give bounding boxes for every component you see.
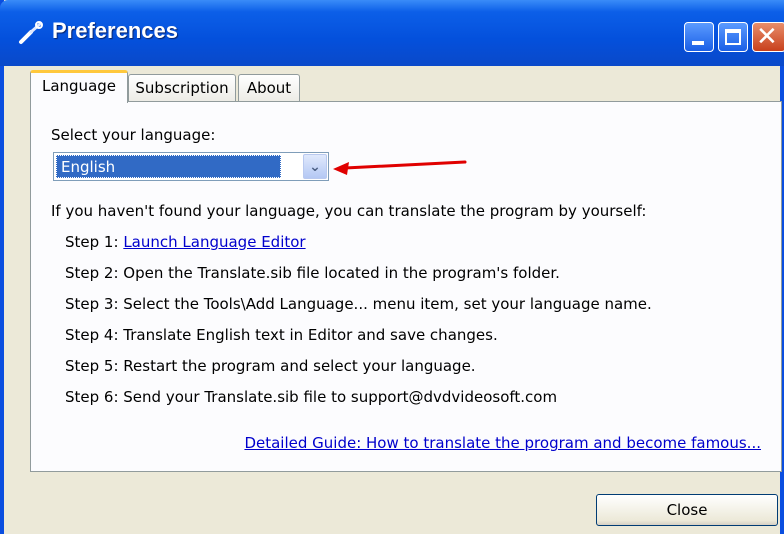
close-button[interactable]: Close bbox=[596, 494, 778, 526]
close-window-button[interactable]: ✕ bbox=[752, 22, 784, 52]
tab-about[interactable]: About bbox=[238, 74, 300, 102]
step-3: Step 3: Select the Tools\Add Language...… bbox=[65, 295, 652, 313]
wrench-icon bbox=[19, 21, 43, 44]
close-icon: ✕ bbox=[756, 22, 778, 52]
step-2: Step 2: Open the Translate.sib file loca… bbox=[65, 264, 560, 282]
step-6: Step 6: Send your Translate.sib file to … bbox=[65, 388, 558, 406]
step-1-label: Step 1: bbox=[65, 233, 119, 251]
step-4: Step 4: Translate English text in Editor… bbox=[65, 326, 498, 344]
window-title: Preferences bbox=[52, 18, 178, 43]
preferences-window: Preferences ✕ Language Subscription Abou… bbox=[0, 0, 784, 534]
minimize-icon bbox=[692, 41, 704, 45]
translate-intro: If you haven't found your language, you … bbox=[51, 202, 647, 220]
language-select[interactable]: English ⌄ bbox=[53, 152, 329, 181]
maximize-icon bbox=[725, 29, 741, 45]
tab-language[interactable]: Language bbox=[30, 70, 128, 103]
language-select-value: English bbox=[56, 155, 281, 178]
maximize-button[interactable] bbox=[718, 22, 748, 52]
title-bar[interactable]: Preferences ✕ bbox=[0, 0, 784, 66]
annotation-arrow bbox=[333, 160, 467, 175]
launch-language-editor-link[interactable]: Launch Language Editor bbox=[123, 233, 305, 251]
language-panel: Select your language: English ⌄ If you h… bbox=[30, 101, 782, 472]
detailed-guide-link[interactable]: Detailed Guide: How to translate the pro… bbox=[244, 434, 761, 452]
chevron-down-icon[interactable]: ⌄ bbox=[303, 154, 327, 179]
tab-subscription[interactable]: Subscription bbox=[128, 74, 236, 102]
step-5: Step 5: Restart the program and select y… bbox=[65, 357, 476, 375]
select-language-label: Select your language: bbox=[51, 126, 216, 144]
step-1: Step 1: Launch Language Editor bbox=[65, 233, 306, 251]
minimize-button[interactable] bbox=[684, 22, 714, 52]
